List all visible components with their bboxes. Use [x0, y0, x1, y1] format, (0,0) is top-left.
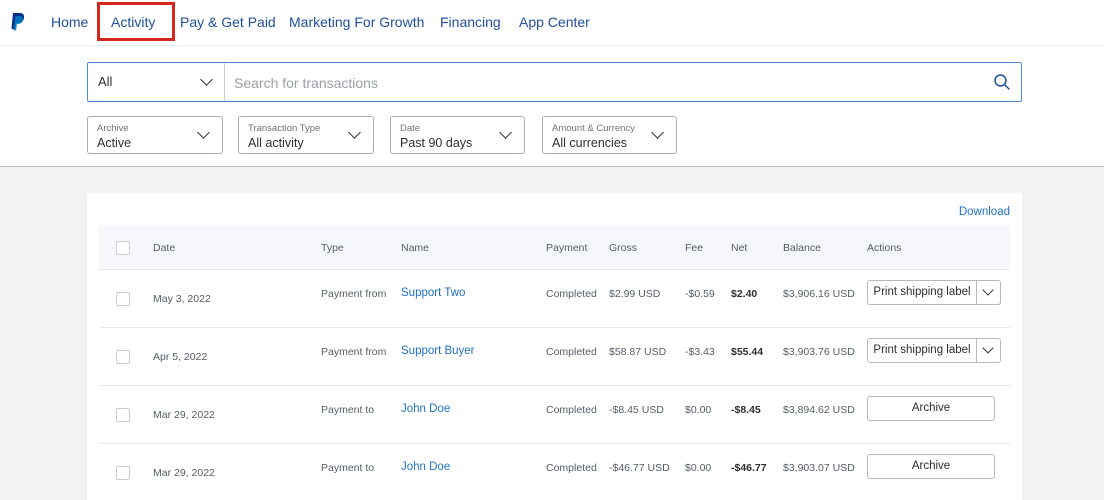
row-fee: -$3.43 — [685, 346, 715, 358]
filter-value: All currencies — [552, 136, 628, 150]
column-header-date[interactable]: Date — [153, 242, 175, 254]
transactions-card: Download Date Type Name Payment Gross Fe… — [87, 193, 1022, 500]
column-header-payment: Payment — [546, 242, 588, 254]
row-name-link[interactable]: John Doe — [401, 461, 450, 473]
row-gross: $58.87 USD — [609, 346, 667, 358]
column-header-type: Type — [321, 242, 344, 254]
archive-button[interactable]: Archive — [867, 454, 995, 479]
row-checkbox[interactable] — [116, 466, 130, 480]
table-row[interactable]: Mar 29, 2022 Payment to John Doe Complet… — [99, 386, 1010, 444]
active-nav-highlight — [97, 2, 175, 41]
row-gross: $2.99 USD — [609, 288, 661, 300]
chevron-down-icon — [982, 284, 994, 296]
column-header-actions: Actions — [867, 242, 902, 254]
nav-marketing-for-growth[interactable]: Marketing For Growth — [289, 14, 424, 30]
row-name-link[interactable]: John Doe — [401, 403, 450, 415]
filter-label: Archive — [97, 123, 129, 134]
column-header-name: Name — [401, 242, 430, 254]
nav-home[interactable]: Home — [51, 14, 88, 30]
table-row[interactable]: May 3, 2022 Payment from Support Two Com… — [99, 270, 1010, 328]
download-link[interactable]: Download — [959, 206, 1010, 218]
print-shipping-label-split-button: Print shipping label — [867, 338, 1001, 363]
amount-currency-filter[interactable]: Amount & Currency All currencies — [542, 116, 677, 154]
select-all-checkbox[interactable] — [116, 241, 130, 255]
row-fee: $0.00 — [685, 462, 712, 474]
filter-label: Date — [400, 123, 421, 134]
paypal-logo-icon[interactable] — [10, 12, 26, 32]
search-input[interactable] — [234, 73, 934, 93]
chevron-down-icon — [982, 342, 994, 354]
table-row[interactable]: Mar 29, 2022 Payment to John Doe Complet… — [99, 444, 1010, 500]
chevron-down-icon — [200, 73, 213, 86]
row-name-link[interactable]: Support Two — [401, 287, 465, 299]
archive-filter[interactable]: Archive Active — [87, 116, 223, 154]
search-icon[interactable] — [993, 73, 1011, 91]
column-header-balance: Balance — [783, 242, 821, 254]
nav-app-center[interactable]: App Center — [519, 14, 590, 30]
nav-pay-and-get-paid[interactable]: Pay & Get Paid — [180, 14, 276, 30]
column-header-fee: Fee — [685, 242, 704, 254]
row-payment-status: Completed — [546, 462, 597, 474]
row-net: $55.44 — [731, 346, 764, 358]
print-shipping-label-button[interactable]: Print shipping label — [868, 281, 977, 304]
search-scope-dropdown[interactable]: All — [88, 63, 225, 101]
filter-value: Past 90 days — [400, 136, 473, 150]
row-name-link[interactable]: Support Buyer — [401, 345, 475, 357]
row-fee: -$0.59 — [685, 288, 715, 300]
row-type: Payment to — [321, 462, 375, 474]
filter-label: Transaction Type — [248, 123, 321, 134]
chevron-down-icon — [348, 126, 361, 139]
row-balance: $3,903.07 USD — [783, 462, 855, 474]
table-row[interactable]: Apr 5, 2022 Payment from Support Buyer C… — [99, 328, 1010, 386]
print-shipping-label-split-button: Print shipping label — [867, 280, 1001, 305]
top-navigation: Home Activity Pay & Get Paid Marketing F… — [0, 0, 1104, 46]
row-payment-status: Completed — [546, 288, 597, 300]
row-type: Payment to — [321, 404, 375, 416]
chevron-down-icon — [499, 126, 512, 139]
print-shipping-label-button[interactable]: Print shipping label — [868, 339, 977, 362]
archive-button-label: Archive — [911, 402, 951, 414]
row-balance: $3,903.76 USD — [783, 346, 855, 358]
row-date: Apr 5, 2022 — [153, 351, 208, 363]
row-fee: $0.00 — [685, 404, 712, 416]
row-checkbox[interactable] — [116, 408, 130, 422]
row-payment-status: Completed — [546, 404, 597, 416]
row-payment-status: Completed — [546, 346, 597, 358]
chevron-down-icon — [651, 126, 664, 139]
chevron-down-icon — [197, 126, 210, 139]
search-scope-value: All — [98, 74, 113, 89]
filter-value: All activity — [248, 136, 304, 150]
transaction-search-bar: All — [87, 62, 1022, 102]
filter-value: Active — [97, 136, 132, 150]
row-gross: -$46.77 USD — [609, 462, 670, 474]
archive-button[interactable]: Archive — [867, 396, 995, 421]
row-net: $2.40 — [731, 288, 758, 300]
date-filter[interactable]: Date Past 90 days — [390, 116, 525, 154]
table-header: Date Type Name Payment Gross Fee Net Bal… — [99, 226, 1010, 270]
column-header-net: Net — [731, 242, 748, 254]
row-balance: $3,894.62 USD — [783, 404, 855, 416]
row-checkbox[interactable] — [116, 350, 130, 364]
transaction-type-filter[interactable]: Transaction Type All activity — [238, 116, 374, 154]
row-net: -$8.45 — [731, 404, 761, 416]
column-header-gross: Gross — [609, 242, 638, 254]
row-balance: $3,906.16 USD — [783, 288, 855, 300]
row-gross: -$8.45 USD — [609, 404, 664, 416]
search-filter-panel: All Archive Active Transaction Type All … — [0, 46, 1104, 167]
row-net: -$46.77 — [731, 462, 767, 474]
row-date: Mar 29, 2022 — [153, 409, 215, 421]
nav-financing[interactable]: Financing — [440, 14, 501, 30]
row-checkbox[interactable] — [116, 292, 130, 306]
more-actions-dropdown[interactable] — [977, 281, 1001, 304]
more-actions-dropdown[interactable] — [977, 339, 1001, 362]
archive-button-label: Archive — [911, 460, 951, 472]
filter-label: Amount & Currency — [552, 123, 635, 134]
row-date: Mar 29, 2022 — [153, 467, 215, 479]
row-date: May 3, 2022 — [153, 293, 211, 305]
row-type: Payment from — [321, 346, 387, 358]
row-type: Payment from — [321, 288, 387, 300]
